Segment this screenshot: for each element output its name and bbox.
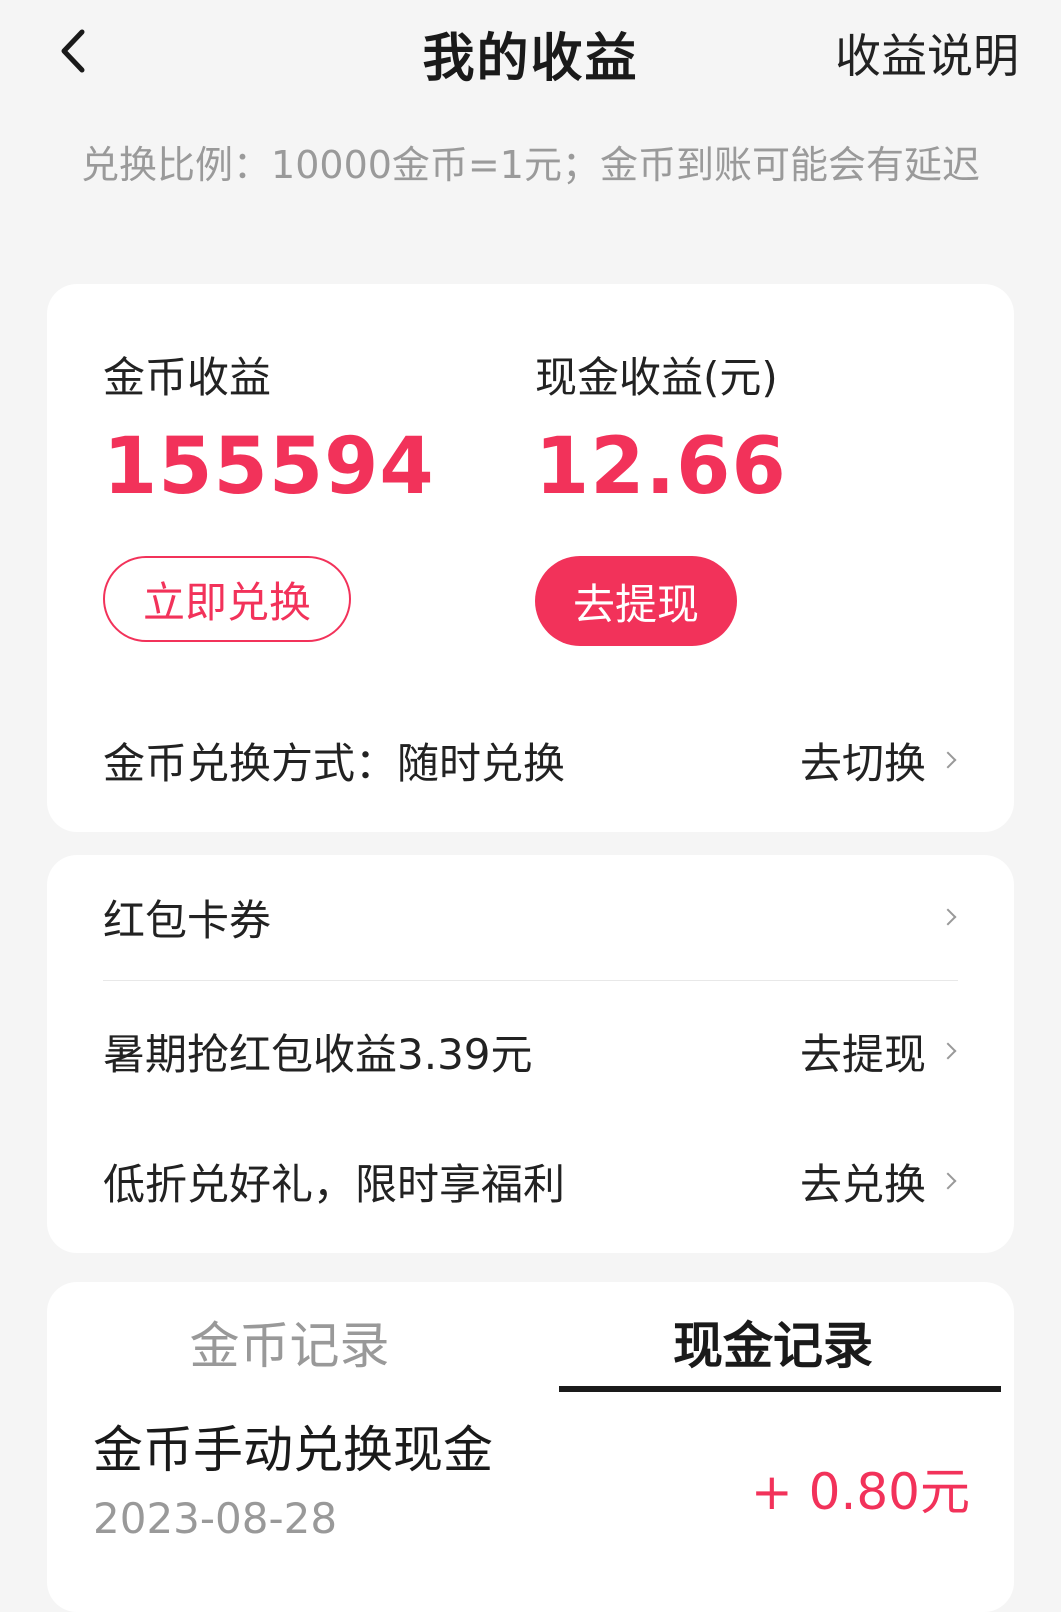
cash-earnings-value: 12.66 [535,422,787,512]
exchange-method-text: 金币兑换方式：随时兑换 [103,730,565,791]
list-item-action[interactable]: 去提现 [800,1021,958,1082]
switch-method-action[interactable]: 去切换 [800,730,958,791]
list-item-action [926,908,958,926]
list-item-summer-red-packet[interactable]: 暑期抢红包收益3.39元 去提现 [103,1011,958,1091]
exchange-method-value: 随时兑换 [397,738,566,788]
list-item-action-label: 去兑换 [799,1159,926,1209]
tab-coin-records[interactable]: 金币记录 [47,1302,532,1382]
active-tab-indicator [559,1386,1001,1392]
list-item-action[interactable]: 去兑换 [800,1151,958,1212]
list-item-discount-gifts[interactable]: 低折兑好礼，限时享福利 去兑换 [103,1141,958,1221]
records-card: 金币记录 现金记录 金币手动兑换现金 2023-08-28 + 0.80元 [47,1282,1014,1612]
exchange-method-label: 金币兑换方式： [103,738,398,788]
chevron-right-icon [939,908,957,926]
cash-earnings-label: 现金收益(元) [535,353,778,402]
chevron-right-icon [939,1172,957,1190]
list-item-label: 红包卡券 [103,895,272,945]
coin-earnings-label: 金币收益 [103,353,272,402]
withdraw-button[interactable]: 去提现 [535,556,737,646]
earnings-explanation-link[interactable]: 收益说明 [835,20,1019,86]
list-item-red-packet-coupons[interactable]: 红包卡券 [103,877,958,957]
list-item-label: 暑期抢红包收益3.39元 [103,1029,533,1079]
chevron-right-icon [939,751,957,769]
list-item-action-label: 去提现 [799,1029,926,1079]
switch-method-label: 去切换 [799,738,926,788]
divider [103,980,958,981]
earnings-card: 金币收益 155594 现金收益(元) 12.66 立即兑换 去提现 金币兑换方… [47,284,1014,832]
exchange-rate-notice: 兑换比例：10000金币=1元；金币到账可能会有延迟 [81,143,980,187]
coin-earnings-value: 155594 [103,422,435,512]
list-item-label: 低折兑好礼，限时享福利 [103,1159,566,1209]
exchange-now-button[interactable]: 立即兑换 [103,556,351,642]
tab-cash-records[interactable]: 现金记录 [532,1302,1014,1382]
record-title: 金币手动兑换现金 [93,1421,493,1479]
record-amount: + 0.80元 [750,1463,970,1521]
record-date: 2023-08-28 [93,1494,338,1543]
benefits-list-card: 红包卡券 暑期抢红包收益3.39元 去提现 低折兑好礼，限时享福利 去兑换 [47,855,1014,1253]
chevron-right-icon [939,1042,957,1060]
coin-exchange-method-row[interactable]: 金币兑换方式：随时兑换 去切换 [103,720,958,800]
header-bar: 我的收益 收益说明 [0,0,1061,110]
